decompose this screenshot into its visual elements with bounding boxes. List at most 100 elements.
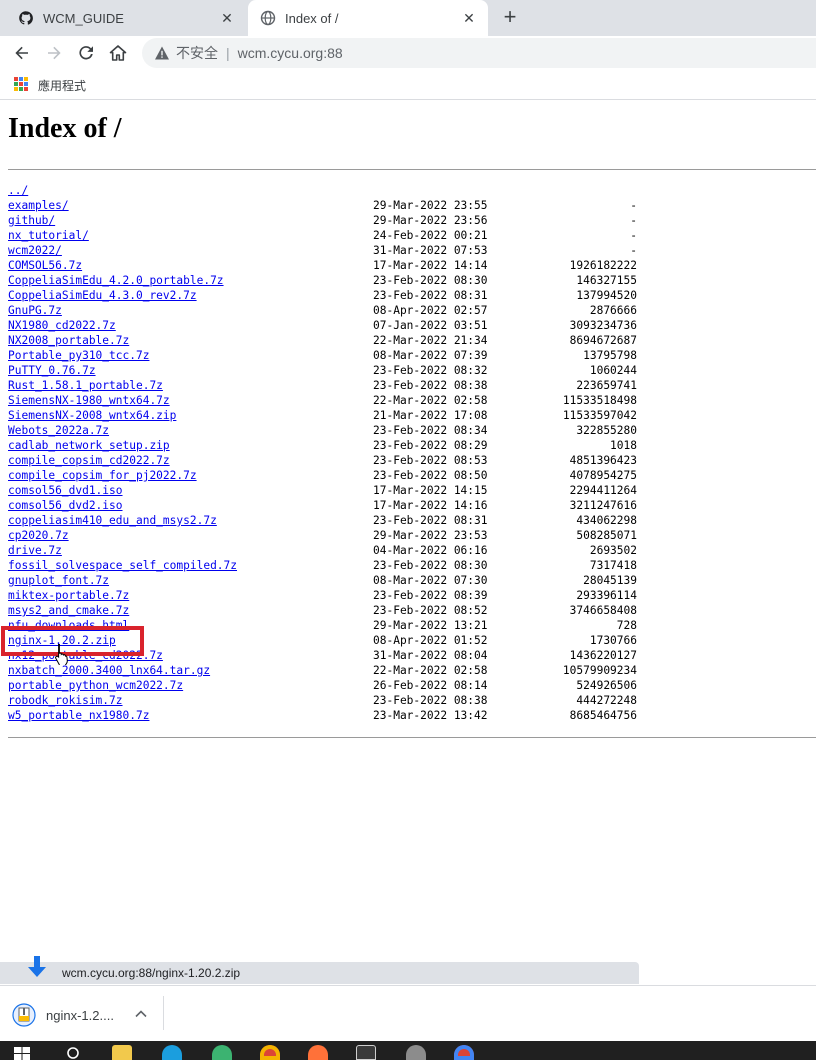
file-link[interactable]: fossil_solvespace_self_compiled.7z <box>8 558 237 573</box>
file-row: Webots_2022a.7z 23-Feb-2022 08:34 32285528… <box>8 423 648 438</box>
file-link[interactable]: msys2_and_cmake.7z <box>8 603 129 618</box>
file-link[interactable]: w5_portable_nx1980.7z <box>8 708 149 723</box>
file-size: 4851396423 <box>569 454 637 467</box>
file-link[interactable]: portable_python_wcm2022.7z <box>8 678 183 693</box>
file-link[interactable]: coppeliasim410_edu_and_msys2.7z <box>8 513 217 528</box>
file-link[interactable]: CoppeliaSimEdu_4.3.0_rev2.7z <box>8 288 197 303</box>
file-size: 1730766 <box>589 634 637 647</box>
file-size: 11533518498 <box>562 394 637 407</box>
windows-taskbar <box>0 1041 816 1060</box>
new-tab-button[interactable]: + <box>498 6 522 30</box>
close-tab-icon[interactable]: ✕ <box>460 9 478 27</box>
file-link[interactable]: Rust_1.58.1_portable.7z <box>8 378 163 393</box>
ie-icon[interactable] <box>212 1045 232 1060</box>
edge-icon[interactable] <box>162 1045 182 1060</box>
status-bubble: wcm.cycu.org:88/nginx-1.20.2.zip <box>0 962 639 984</box>
file-link[interactable]: NX2008_portable.7z <box>8 333 129 348</box>
file-date: 31-Mar-2022 08:04 <box>373 649 488 662</box>
file-date: 29-Mar-2022 23:53 <box>373 529 488 542</box>
file-link[interactable]: COMSOL56.7z <box>8 258 82 273</box>
file-link[interactable]: miktex-portable.7z <box>8 588 129 603</box>
file-date: 23-Feb-2022 08:50 <box>373 469 488 482</box>
file-link[interactable]: NX1980_cd2022.7z <box>8 318 116 333</box>
file-link[interactable]: compile_copsim_cd2022.7z <box>8 453 170 468</box>
file-link[interactable]: Webots_2022a.7z <box>8 423 109 438</box>
url-text[interactable]: wcm.cycu.org:88 <box>238 45 343 61</box>
file-date: 07-Jan-2022 03:51 <box>373 319 488 332</box>
apps-bookmark[interactable]: 應用程式 <box>38 77 86 94</box>
tab-title: WCM_GUIDE <box>43 10 124 26</box>
search-icon[interactable] <box>66 1046 82 1060</box>
hand-cursor-icon <box>55 644 68 665</box>
file-date: 24-Feb-2022 00:21 <box>373 229 488 242</box>
file-row: drive.7z 04-Mar-2022 06:16 2693502 <box>8 543 648 558</box>
chrome-alt-icon[interactable] <box>454 1045 474 1060</box>
file-link[interactable]: github/ <box>8 213 55 228</box>
highlight-annotation <box>1 626 144 656</box>
file-explorer-icon[interactable] <box>112 1045 132 1060</box>
terminal-icon[interactable] <box>356 1045 376 1060</box>
file-row: cp2020.7z 29-Mar-2022 23:53 508285071 <box>8 528 648 543</box>
app-icon[interactable] <box>406 1045 426 1060</box>
chrome-icon[interactable] <box>260 1045 280 1060</box>
file-row: SiemensNX-2008_wntx64.zip 21-Mar-2022 17:… <box>8 408 648 423</box>
file-link[interactable]: CoppeliaSimEdu_4.2.0_portable.7z <box>8 273 224 288</box>
file-link[interactable]: nx_tutorial/ <box>8 228 89 243</box>
file-size: 137994520 <box>576 289 637 302</box>
file-size: 444272248 <box>576 694 637 707</box>
security-label[interactable]: 不安全 <box>176 43 218 63</box>
file-date: 04-Mar-2022 06:16 <box>373 544 488 557</box>
file-size: 3746658408 <box>569 604 637 617</box>
reload-button[interactable] <box>73 40 99 66</box>
file-size: 223659741 <box>576 379 637 392</box>
back-button[interactable] <box>9 40 35 66</box>
file-link[interactable]: cadlab_network_setup.zip <box>8 438 170 453</box>
forward-button[interactable] <box>41 40 67 66</box>
file-date: 31-Mar-2022 07:53 <box>373 244 488 257</box>
chevron-up-icon[interactable] <box>134 1007 148 1021</box>
file-date: 29-Mar-2022 23:56 <box>373 214 488 227</box>
close-tab-icon[interactable]: ✕ <box>218 9 236 27</box>
file-link[interactable]: comsol56_dvd2.iso <box>8 498 123 513</box>
tab-wcm-guide[interactable]: WCM_GUIDE ✕ <box>0 0 246 36</box>
zip-archive-icon <box>12 1003 36 1027</box>
file-link[interactable]: wcm2022/ <box>8 243 62 258</box>
windows-start-icon[interactable] <box>14 1047 30 1060</box>
file-date: 08-Apr-2022 02:57 <box>373 304 488 317</box>
home-button[interactable] <box>105 40 131 66</box>
file-size: 13795798 <box>583 349 637 362</box>
file-date: 23-Feb-2022 08:39 <box>373 589 488 602</box>
file-date: 23-Feb-2022 08:30 <box>373 559 488 572</box>
parent-directory-link[interactable]: ../ <box>8 183 28 198</box>
file-link[interactable]: cp2020.7z <box>8 528 69 543</box>
file-link[interactable]: drive.7z <box>8 543 62 558</box>
address-bar[interactable]: 不安全 | wcm.cycu.org:88 <box>142 38 816 68</box>
download-item[interactable]: nginx-1.2.... <box>12 998 162 1032</box>
firefox-icon[interactable] <box>308 1045 328 1060</box>
file-link[interactable]: SiemensNX-1980_wntx64.7z <box>8 393 170 408</box>
file-size: - <box>630 214 637 227</box>
file-link[interactable]: SiemensNX-2008_wntx64.zip <box>8 408 176 423</box>
file-link[interactable]: GnuPG.7z <box>8 303 62 318</box>
file-size: 2876666 <box>589 304 637 317</box>
file-row: coppeliasim410_edu_and_msys2.7z 23-Feb-20… <box>8 513 648 528</box>
file-link[interactable]: Portable_py310_tcc.7z <box>8 348 149 363</box>
file-link[interactable]: PuTTY_0.76.7z <box>8 363 96 378</box>
file-size: 322855280 <box>576 424 637 437</box>
file-row: PuTTY_0.76.7z 23-Feb-2022 08:32 1060244 <box>8 363 648 378</box>
file-link[interactable]: comsol56_dvd1.iso <box>8 483 123 498</box>
file-link[interactable]: examples/ <box>8 198 69 213</box>
file-row: comsol56_dvd2.iso 17-Mar-2022 14:16 321124… <box>8 498 648 513</box>
file-link[interactable]: gnuplot_font.7z <box>8 573 109 588</box>
file-date: 08-Mar-2022 07:30 <box>373 574 488 587</box>
file-row: cadlab_network_setup.zip 23-Feb-2022 08:2… <box>8 438 648 453</box>
file-row: GnuPG.7z 08-Apr-2022 02:57 2876666 <box>8 303 648 318</box>
file-row: Rust_1.58.1_portable.7z 23-Feb-2022 08:38… <box>8 378 648 393</box>
file-link[interactable]: nxbatch_2000.3400_lnx64.tar.gz <box>8 663 210 678</box>
file-link[interactable]: compile_copsim_for_pj2022.7z <box>8 468 197 483</box>
file-date: 22-Mar-2022 21:34 <box>373 334 488 347</box>
tab-index-of[interactable]: Index of / ✕ <box>248 0 488 36</box>
file-row: COMSOL56.7z 17-Mar-2022 14:14 1926182222 <box>8 258 648 273</box>
apps-grid-icon[interactable] <box>14 77 28 91</box>
file-link[interactable]: robodk_rokisim.7z <box>8 693 123 708</box>
